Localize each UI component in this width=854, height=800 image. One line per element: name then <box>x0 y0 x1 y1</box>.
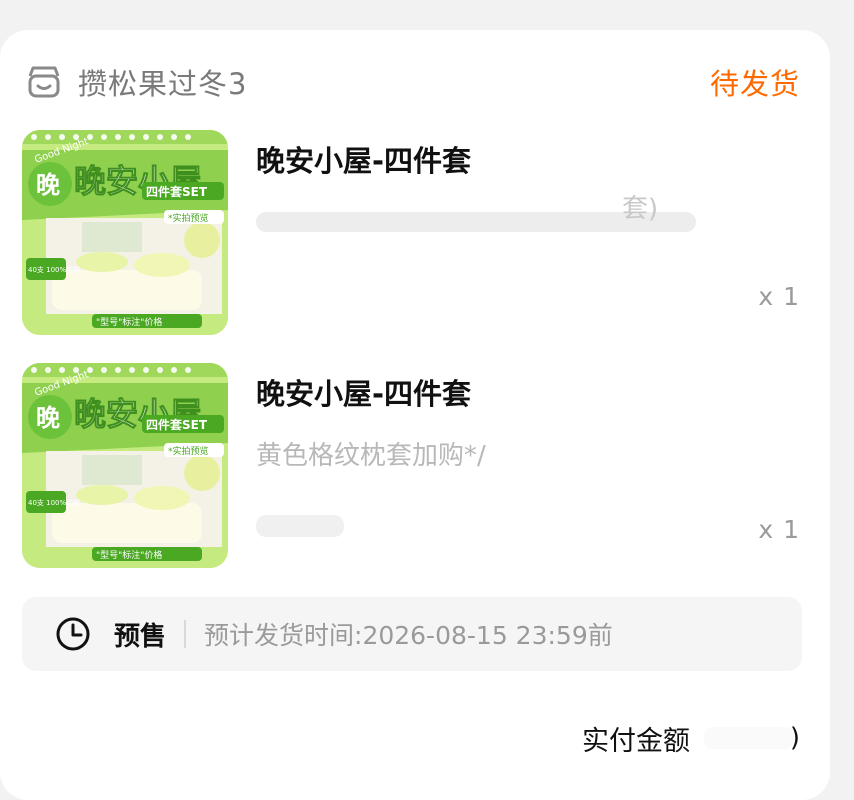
product-thumbnail[interactable]: 晚 晚安小屋 Good Night 四件套SET *实拍预览 40支 100%纯… <box>22 130 228 335</box>
thumbnail-tag-price: "型号"标注"价格 <box>96 549 162 561</box>
paid-amount-value: ) <box>704 723 800 753</box>
order-card[interactable]: 攒松果过冬3 待发货 晚 晚安小屋 Good Night 四件套SET *实拍预… <box>0 30 830 800</box>
product-spec-tail: 套) <box>622 194 659 224</box>
payment-row: 实付金额 ) <box>0 718 800 758</box>
thumbnail-tag-price: "型号"标注"价格 <box>96 316 162 328</box>
thumbnail-set-text: 四件套SET <box>146 184 208 199</box>
thumbnail-tag-cotton: 40支 100%纯棉 <box>28 498 80 507</box>
svg-text:晚: 晚 <box>36 171 60 199</box>
divider <box>184 620 187 648</box>
product-title[interactable]: 晚安小屋-四件套 <box>256 138 471 180</box>
paid-amount-label: 实付金额 <box>582 725 690 757</box>
paid-amount-redacted <box>704 727 794 749</box>
product-spec: 黄色格纹枕套加购*/ <box>256 441 486 471</box>
shop-icon <box>24 62 64 102</box>
product-extra-redacted <box>256 515 344 537</box>
thumbnail-tag-preview: *实拍预览 <box>168 212 209 224</box>
product-quantity: x 1 <box>758 282 800 311</box>
shop-name[interactable]: 攒松果过冬3 <box>78 61 247 103</box>
order-status-label: 待发货 <box>709 67 800 101</box>
product-title[interactable]: 晚安小屋-四件套 <box>256 371 471 413</box>
svg-text:晚: 晚 <box>36 404 60 432</box>
estimated-ship-time: 预计发货时间:2026-08-15 23:59前 <box>204 621 613 650</box>
product-quantity: x 1 <box>758 515 800 544</box>
order-item[interactable]: 晚 晚安小屋 Good Night 四件套SET *实拍预览 40支 100%纯… <box>22 130 800 335</box>
product-thumbnail[interactable]: 晚 晚安小屋 Good Night 四件套SET *实拍预览 40支 100%纯… <box>22 363 228 568</box>
thumbnail-set-text: 四件套SET <box>146 417 208 432</box>
clock-icon <box>54 615 92 653</box>
presale-label: 预售 <box>114 621 167 652</box>
shop-header[interactable]: 攒松果过冬3 待发货 <box>24 62 800 102</box>
thumbnail-tag-preview: *实拍预览 <box>168 445 209 457</box>
thumbnail-tag-cotton: 40支 100%纯棉 <box>28 265 80 274</box>
paid-amount-tail: ) <box>789 723 800 753</box>
presale-info-bar: 预售 预计发货时间:2026-08-15 23:59前 <box>22 597 802 671</box>
order-item[interactable]: 晚 晚安小屋 Good Night 四件套SET *实拍预览 40支 100%纯… <box>22 363 800 568</box>
